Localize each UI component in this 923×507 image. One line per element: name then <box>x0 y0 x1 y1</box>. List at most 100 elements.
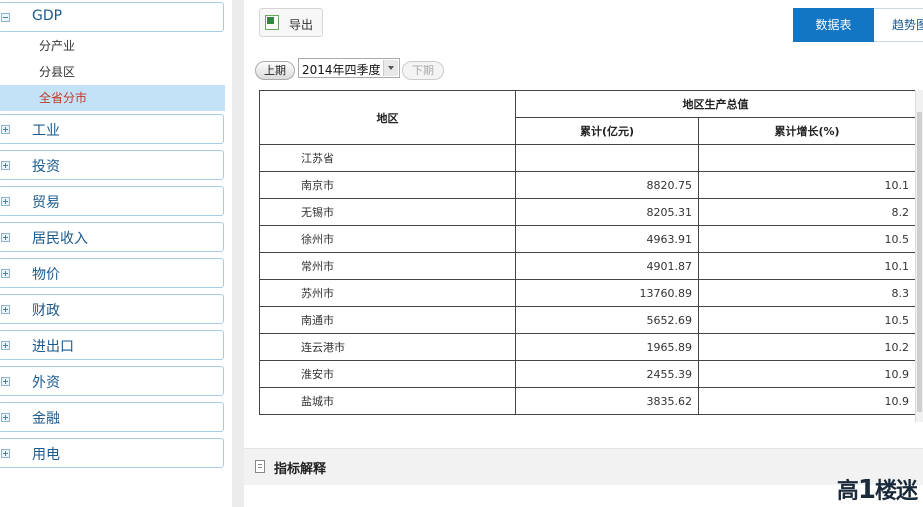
expand-icon <box>1 377 10 386</box>
nav-category-foreign-investment[interactable]: 外资 <box>0 366 224 396</box>
cell-cumulative: 4963.91 <box>515 225 699 253</box>
previous-period-button[interactable]: 上期 <box>255 61 295 80</box>
nav-category-label: 进出口 <box>32 339 74 355</box>
next-period-button[interactable]: 下期 <box>402 61 444 80</box>
cell-region: 盐城市 <box>259 387 516 415</box>
nav-category-resident-income[interactable]: 居民收入 <box>0 222 224 252</box>
cell-cumulative: 5652.69 <box>515 306 699 334</box>
cell-region: 苏州市 <box>259 279 516 307</box>
expand-icon <box>1 305 10 314</box>
column-header-group: 地区生产总值 <box>515 90 915 118</box>
nav-category-gdp[interactable]: GDP <box>0 2 224 32</box>
table-scrollbar[interactable] <box>915 90 923 422</box>
nav-category-prices[interactable]: 物价 <box>0 258 224 288</box>
table-body: 江苏省 南京市 8820.75 10.1 无锡市 8205.31 8.2 徐州市 4963.91… <box>259 144 915 415</box>
cell-region: 徐州市 <box>259 225 516 253</box>
sidebar-divider <box>232 0 244 507</box>
sidebar: GDP 分产业 分县区 全省分市 工业 投资 贸易 居民收入 物价 财政 进出口… <box>0 0 232 507</box>
cell-cumulative <box>515 144 699 172</box>
nav-category-finance-public[interactable]: 财政 <box>0 294 224 324</box>
cell-cumulative: 1965.89 <box>515 333 699 361</box>
cell-region: 南通市 <box>259 306 516 334</box>
cell-region: 无锡市 <box>259 198 516 226</box>
nav-category-label: 财政 <box>32 303 60 319</box>
cell-growth: 8.2 <box>698 198 915 226</box>
expand-icon <box>1 413 10 422</box>
cell-cumulative: 3835.62 <box>515 387 699 415</box>
cell-growth: 10.1 <box>698 252 915 280</box>
cell-region: 常州市 <box>259 252 516 280</box>
tab-trend-chart[interactable]: 趋势图 <box>874 8 923 42</box>
chevron-down-icon[interactable] <box>383 60 398 76</box>
cell-cumulative: 8205.31 <box>515 198 699 226</box>
expand-icon <box>1 341 10 350</box>
column-header-growth: 累计增长(%) <box>698 117 915 145</box>
table-row: 徐州市 4963.91 10.5 <box>259 225 915 253</box>
cell-growth: 10.1 <box>698 171 915 199</box>
nav-category-label: 居民收入 <box>32 231 88 247</box>
cell-region: 南京市 <box>259 171 516 199</box>
nav-category-label: 外资 <box>32 375 60 391</box>
table-row: 江苏省 <box>259 144 915 172</box>
table-row: 淮安市 2455.39 10.9 <box>259 360 915 388</box>
scrollbar-thumb[interactable] <box>917 112 922 412</box>
gdp-table: 地区 地区生产总值 累计(亿元) 累计增长(%) 江苏省 南京市 8820.75 10… <box>259 90 915 415</box>
collapse-icon <box>1 13 10 22</box>
document-icon <box>255 460 265 473</box>
cell-region: 江苏省 <box>259 144 516 172</box>
cell-growth: 10.9 <box>698 360 915 388</box>
column-header-cumulative: 累计(亿元) <box>515 117 699 145</box>
period-select-value: 2014年四季度 <box>302 63 381 77</box>
export-label: 导出 <box>289 18 314 32</box>
nav-category-investment[interactable]: 投资 <box>0 150 224 180</box>
indicator-section-header: 指标解释 <box>244 448 923 485</box>
cell-cumulative: 13760.89 <box>515 279 699 307</box>
nav-category-import-export[interactable]: 进出口 <box>0 330 224 360</box>
cell-growth: 10.5 <box>698 306 915 334</box>
nav-category-label: 用电 <box>32 447 60 463</box>
export-button[interactable]: 导出 <box>259 8 323 37</box>
nav-category-label: 投资 <box>32 159 60 175</box>
period-select[interactable]: 2014年四季度 <box>298 58 400 78</box>
expand-icon <box>1 449 10 458</box>
nav-category-label: 贸易 <box>32 195 60 211</box>
nav-category-label: GDP <box>32 8 63 24</box>
cell-growth: 10.5 <box>698 225 915 253</box>
cell-growth: 10.9 <box>698 387 915 415</box>
nav-category-label: 金融 <box>32 411 60 427</box>
expand-icon <box>1 233 10 242</box>
expand-icon <box>1 197 10 206</box>
cell-cumulative: 8820.75 <box>515 171 699 199</box>
sidebar-item-province-by-city[interactable]: 全省分市 <box>0 85 225 111</box>
main-content: 导出 数据表 趋势图 上期 2014年四季度 下期 地区 地区生产总值 累计(亿… <box>244 0 923 507</box>
cell-growth <box>698 144 915 172</box>
table-row: 常州市 4901.87 10.1 <box>259 252 915 280</box>
excel-icon <box>265 15 279 30</box>
expand-icon <box>1 125 10 134</box>
sidebar-item-county-breakdown[interactable]: 分县区 <box>0 59 225 85</box>
table-row: 连云港市 1965.89 10.2 <box>259 333 915 361</box>
nav-category-industry[interactable]: 工业 <box>0 114 224 144</box>
table-row: 苏州市 13760.89 8.3 <box>259 279 915 307</box>
sidebar-item-industry-breakdown[interactable]: 分产业 <box>0 33 225 59</box>
nav-category-trade[interactable]: 贸易 <box>0 186 224 216</box>
column-header-region: 地区 <box>259 90 516 145</box>
cell-cumulative: 4901.87 <box>515 252 699 280</box>
nav-category-banking[interactable]: 金融 <box>0 402 224 432</box>
cell-region: 连云港市 <box>259 333 516 361</box>
expand-icon <box>1 269 10 278</box>
nav-category-label: 物价 <box>32 267 60 283</box>
table-row: 南通市 5652.69 10.5 <box>259 306 915 334</box>
table-row: 南京市 8820.75 10.1 <box>259 171 915 199</box>
expand-icon <box>1 161 10 170</box>
cell-cumulative: 2455.39 <box>515 360 699 388</box>
cell-region: 淮安市 <box>259 360 516 388</box>
cell-growth: 10.2 <box>698 333 915 361</box>
tab-data-table[interactable]: 数据表 <box>793 8 874 42</box>
table-row: 无锡市 8205.31 8.2 <box>259 198 915 226</box>
cell-growth: 8.3 <box>698 279 915 307</box>
watermark-logo: 高1楼迷 <box>836 475 918 505</box>
nav-category-label: 工业 <box>32 123 60 139</box>
nav-category-electricity[interactable]: 用电 <box>0 438 224 468</box>
table-row: 盐城市 3835.62 10.9 <box>259 387 915 415</box>
